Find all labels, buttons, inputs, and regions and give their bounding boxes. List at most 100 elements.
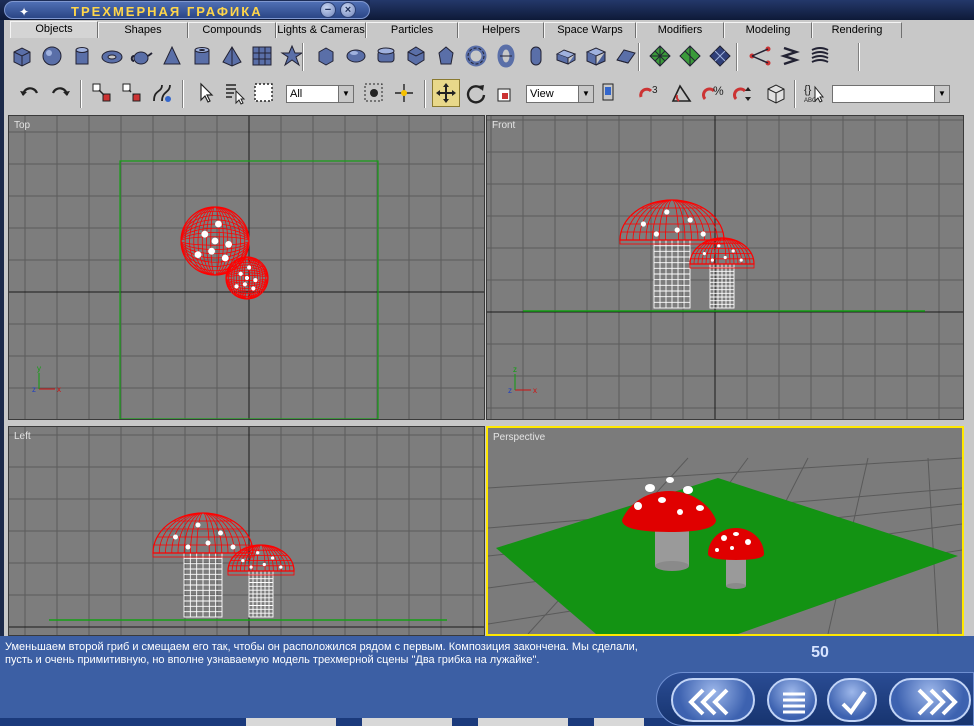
- plane-grid-icon[interactable]: [248, 42, 276, 70]
- check-button[interactable]: [827, 678, 877, 722]
- taskbar-thumb: [594, 718, 644, 726]
- tab-space-warps[interactable]: Space Warps: [544, 22, 636, 38]
- svg-text:z: z: [513, 365, 517, 374]
- selection-filter-value: All: [290, 88, 303, 100]
- menu-lines-icon: [783, 692, 805, 714]
- tab-compounds[interactable]: Compounds: [188, 22, 276, 38]
- spindle-icon[interactable]: [432, 42, 460, 70]
- top-grid: x y z: [9, 116, 484, 419]
- viewport-label-front: Front: [492, 120, 516, 131]
- spinner-snap-icon[interactable]: [730, 79, 758, 107]
- tube-icon[interactable]: [188, 42, 216, 70]
- viewport-left[interactable]: Left: [8, 426, 485, 636]
- checkmark-icon: [841, 690, 867, 716]
- tab-rendering[interactable]: Rendering: [812, 22, 902, 38]
- tab-shapes[interactable]: Shapes: [98, 22, 188, 38]
- main-toolbar: All ▼ View ▼ 3 % {} ABC ▼: [6, 76, 970, 112]
- c-extrusion-icon[interactable]: [582, 42, 610, 70]
- objects-toolbar: [6, 39, 970, 75]
- redo-icon[interactable]: [46, 79, 74, 107]
- named-selection-icon[interactable]: [762, 79, 790, 107]
- minimize-button[interactable]: −: [320, 2, 336, 18]
- snap-3d-icon[interactable]: 3: [636, 79, 664, 107]
- percent-snap-icon[interactable]: %: [700, 79, 728, 107]
- gengon-icon[interactable]: [402, 42, 430, 70]
- box-icon[interactable]: [8, 42, 36, 70]
- tab-modeling[interactable]: Modeling: [724, 22, 812, 38]
- move-icon[interactable]: [432, 79, 460, 107]
- spring-icon[interactable]: [776, 42, 804, 70]
- bottom-panel: Уменьшаем второй гриб и смещаем его так,…: [0, 636, 974, 726]
- scale-icon[interactable]: [492, 79, 520, 107]
- chamfer-box-icon[interactable]: [312, 42, 340, 70]
- diamond-icon[interactable]: [706, 42, 734, 70]
- close-button[interactable]: ×: [340, 2, 356, 18]
- torus-icon[interactable]: [98, 42, 126, 70]
- tab-objects[interactable]: Objects: [10, 21, 98, 38]
- contents-button[interactable]: [767, 678, 817, 722]
- prism-icon[interactable]: [612, 42, 640, 70]
- svg-text:x: x: [533, 386, 537, 395]
- reference-coord-value: View: [530, 88, 554, 100]
- tab-lights-cameras[interactable]: Lights & Cameras: [276, 22, 366, 38]
- cylinder-icon[interactable]: [68, 42, 96, 70]
- select-link-icon[interactable]: [88, 79, 116, 107]
- front-grid: x z z: [487, 116, 963, 419]
- chevron-down-icon: ▼: [934, 86, 949, 102]
- teapot-icon[interactable]: [128, 42, 156, 70]
- window-crossing-icon[interactable]: [360, 79, 388, 107]
- oil-tank-icon[interactable]: [372, 42, 400, 70]
- title-pill: ✦ ТРЕХМЕРНАЯ ГРАФИКА: [4, 1, 370, 19]
- select-by-name-icon[interactable]: [220, 79, 248, 107]
- svg-text:z: z: [508, 386, 512, 395]
- viewport-front[interactable]: x z z Front: [486, 115, 964, 420]
- app-logo-icon: ✦: [19, 5, 30, 19]
- double-chevron-left-icon: [688, 688, 729, 716]
- unlink-icon[interactable]: [118, 79, 146, 107]
- capsule2-icon[interactable]: [522, 42, 550, 70]
- pyramid-icon[interactable]: [218, 42, 246, 70]
- max-window: Objects Shapes Compounds Lights & Cameras Pa…: [4, 20, 974, 636]
- app-root: ✦ ТРЕХМЕРНАЯ ГРАФИКА − × Objects Shapes Co…: [0, 0, 974, 726]
- viewport-top[interactable]: x y z Top: [8, 115, 485, 420]
- angle-snap-icon[interactable]: [668, 79, 696, 107]
- svg-text:{}: {}: [804, 84, 812, 96]
- rotate-icon[interactable]: [462, 79, 490, 107]
- taskbar-thumb: [362, 718, 452, 726]
- hose-icon[interactable]: [806, 42, 834, 70]
- tab-particles[interactable]: Particles: [366, 22, 458, 38]
- select-arrow-icon[interactable]: [192, 79, 220, 107]
- capsule-icon[interactable]: [342, 42, 370, 70]
- named-selection-select[interactable]: ▼: [832, 85, 950, 103]
- patch-grid-icon[interactable]: [646, 42, 674, 70]
- caption-text: Уменьшаем второй гриб и смещаем его так,…: [5, 641, 638, 666]
- chevron-down-icon: ▼: [578, 86, 593, 102]
- edit-named-selection-icon[interactable]: {} ABC: [800, 79, 828, 107]
- forward-button[interactable]: [889, 678, 971, 722]
- tri-patch-icon[interactable]: [676, 42, 704, 70]
- window-title: ТРЕХМЕРНАЯ ГРАФИКА: [71, 4, 263, 19]
- pivot-center-icon[interactable]: [596, 79, 624, 107]
- undo-icon[interactable]: [16, 79, 44, 107]
- taskbar-thumb: [246, 718, 336, 726]
- reference-coord-select[interactable]: View ▼: [526, 85, 594, 103]
- path-icon[interactable]: [746, 42, 774, 70]
- rewind-button[interactable]: [671, 678, 755, 722]
- selection-filter-select[interactable]: All ▼: [286, 85, 354, 103]
- l-extrusion-icon[interactable]: [552, 42, 580, 70]
- snap-pivot-icon[interactable]: [390, 79, 418, 107]
- svg-text:3: 3: [652, 85, 658, 96]
- viewport-label-top: Top: [14, 120, 31, 131]
- torus-knot-icon[interactable]: [462, 42, 490, 70]
- ring-wave-icon[interactable]: [492, 42, 520, 70]
- svg-text:%: %: [713, 84, 724, 98]
- tab-helpers[interactable]: Helpers: [458, 22, 544, 38]
- page-number: 50: [811, 644, 829, 661]
- tab-modifiers[interactable]: Modifiers: [636, 22, 724, 38]
- bind-spacewarp-icon[interactable]: [148, 79, 176, 107]
- rect-selection-icon[interactable]: [250, 79, 278, 107]
- cone-icon[interactable]: [158, 42, 186, 70]
- viewport-perspective[interactable]: Perspective: [486, 426, 964, 636]
- sphere-icon[interactable]: [38, 42, 66, 70]
- svg-text:y: y: [37, 364, 41, 373]
